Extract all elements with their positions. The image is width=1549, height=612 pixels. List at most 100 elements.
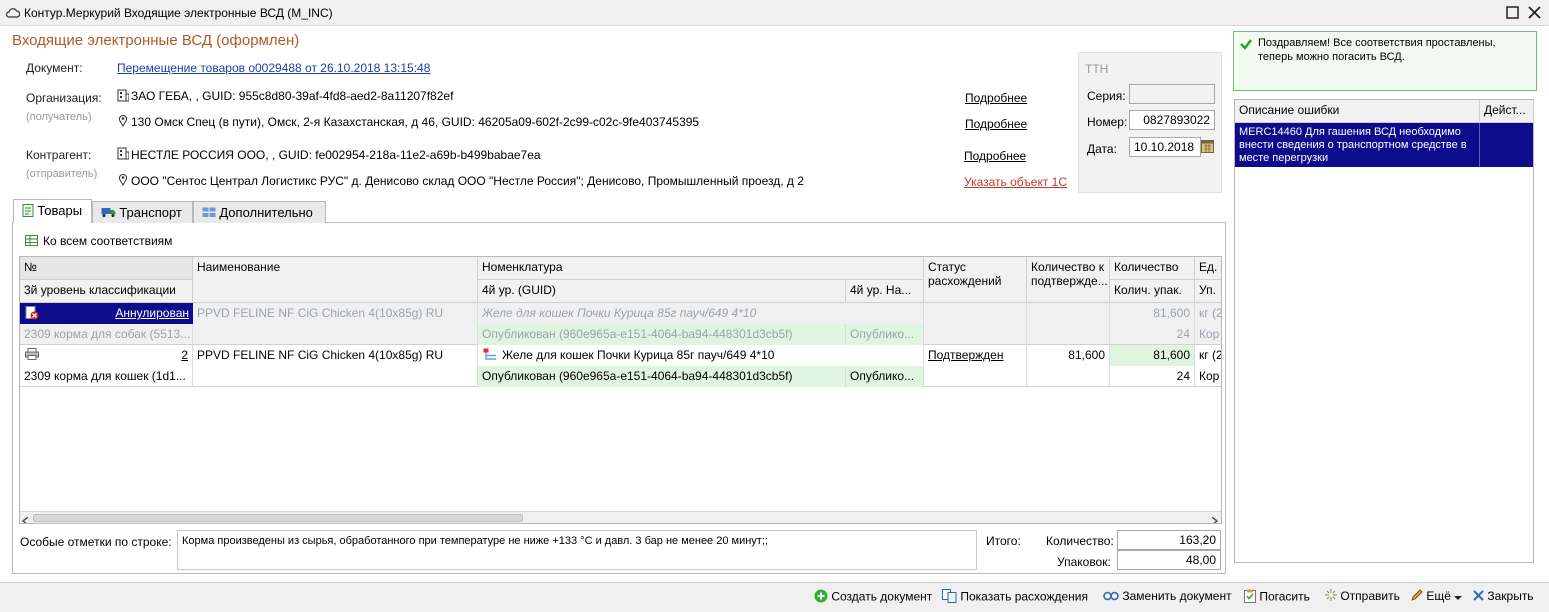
row-guid: Опубликован (960e965a-e151-4064-ba94-448… [478, 366, 846, 387]
more-label: Ещё [1426, 589, 1451, 603]
close-icon[interactable] [1528, 6, 1541, 22]
header-num[interactable]: № [20, 257, 193, 280]
close-x-icon [1473, 590, 1484, 604]
redeem-label: Погасить [1259, 589, 1310, 604]
ttn-date-field[interactable]: 10.10.2018 [1129, 137, 1201, 157]
row-nomenclature: Желе для кошек Почки Курица 85г пауч/649… [498, 345, 924, 366]
row-name4: Опублико... [846, 366, 924, 387]
header-qty[interactable]: Количество [1110, 257, 1195, 280]
errors-header-description[interactable]: Описание ошибки [1235, 100, 1480, 123]
ttn-panel: ТТН Серия: Номер: 0827893022 Дата: 10.10… [1078, 52, 1222, 193]
tab-goods-label: Товары [37, 203, 83, 218]
title-bar: Контур.Меркурий Входящие электронные ВСД… [0, 0, 1549, 26]
tab-additional[interactable]: Дополнительно [193, 201, 326, 223]
header-name4[interactable]: 4й ур. На... [846, 280, 924, 303]
errors-row-text: MERC14460 Для гашения ВСД необходимо вне… [1239, 126, 1467, 164]
tab-transport-label: Транспорт [119, 205, 182, 220]
header-status[interactable]: Статус расхождений [924, 257, 1027, 303]
tab-additional-label: Дополнительно [219, 205, 313, 220]
grid-icon [202, 207, 216, 221]
row-status[interactable]: Подтвержден [924, 345, 1027, 387]
header-unit[interactable]: Ед. и [1195, 257, 1221, 280]
show-diffs-label: Показать расхождения [960, 589, 1088, 604]
page-title: Входящие электронные ВСД (оформлен) [12, 32, 300, 49]
organization-more-link-1[interactable]: Подробнее [965, 91, 1027, 105]
organization-more-link-2[interactable]: Подробнее [965, 117, 1027, 131]
specify-1c-object-link[interactable]: Указать объект 1С [964, 175, 1067, 189]
organization-line2: 130 Омск Спец (в пути), Омск, 2-я Казахс… [131, 115, 700, 129]
scroll-right-icon[interactable] [1210, 514, 1219, 523]
send-label: Отправить [1340, 589, 1400, 603]
errors-header-action[interactable]: Дейст... [1480, 100, 1534, 123]
calendar-icon[interactable] [1201, 139, 1214, 156]
row-nomenclature: Желе для кошек Почки Курица 85г пауч/649… [478, 303, 924, 324]
counterparty-more-link[interactable]: Подробнее [964, 149, 1026, 163]
table-icon [25, 235, 38, 249]
row-name: PPVD FELINE NF CiG Chicken 4(10x85g) RU [193, 303, 478, 345]
counterparty-line2: ООО "Сентос Централ Логистикс РУС" д. Де… [131, 174, 804, 188]
row-qty: 81,600 [1110, 345, 1195, 366]
row-class3: 2309 корма для собак (5513... [20, 324, 193, 345]
header-name[interactable]: Наименование [193, 257, 478, 303]
counterparty-sublabel: (отправитель) [26, 168, 98, 180]
errors-row-divider [1479, 123, 1480, 167]
total-qty-field: 163,20 [1117, 530, 1221, 550]
organization-label: Организация: [26, 91, 102, 105]
header-unit2[interactable]: Уп. [1195, 280, 1221, 303]
row-class3: 2309 корма для кошек (1d1... [20, 366, 193, 387]
maximize-icon[interactable] [1506, 6, 1519, 22]
success-notice: Поздравляем! Все соответствия проставлен… [1233, 31, 1537, 91]
redeem-button[interactable]: Погасить [1244, 589, 1310, 606]
scroll-left-icon[interactable] [21, 514, 30, 523]
check-icon [1239, 37, 1253, 54]
row-qty-confirm: 81,600 [1027, 345, 1110, 387]
table-row[interactable]: Аннулирован 2309 корма для собак (5513..… [20, 303, 1221, 345]
document-link[interactable]: Перемещение товаров o0029488 от 26.10.20… [117, 61, 430, 75]
header-qty-confirm[interactable]: Количество к подтвержде... [1027, 257, 1110, 303]
errors-row[interactable]: MERC14460 Для гашения ВСД необходимо вне… [1235, 123, 1533, 167]
sparkle-icon [1325, 589, 1337, 604]
close-button[interactable]: Закрыть [1473, 589, 1534, 604]
replace-document-button[interactable]: Заменить документ [1103, 589, 1232, 604]
table-row[interactable]: 2 2309 корма для кошек (1d1... PPVD FELI… [20, 345, 1221, 387]
pin-icon [118, 114, 128, 130]
header-class3[interactable]: 3й уровень классификации [20, 280, 193, 303]
header-qty-pack[interactable]: Колич. упак. [1110, 280, 1195, 303]
scrollbar-thumb[interactable] [33, 514, 523, 522]
row-qty: 81,600 [1110, 303, 1195, 324]
clipboard-icon [1244, 589, 1256, 606]
tab-transport[interactable]: Транспорт [92, 201, 193, 223]
show-diffs-button[interactable]: Показать расхождения [942, 589, 1088, 606]
row-num[interactable]: Аннулирован [40, 303, 193, 324]
row-name4: Опублико... [846, 324, 924, 345]
counterparty-line1: НЕСТЛЕ РОССИЯ ООО, , GUID: fe002954-218a… [131, 148, 541, 162]
tab-goods[interactable]: Товары [13, 199, 92, 223]
row-unit2: Кор [1195, 366, 1221, 387]
row-unit2: Кор [1195, 324, 1221, 345]
ttn-series-field[interactable] [1129, 84, 1215, 104]
header-guid4[interactable]: 4й ур. (GUID) [478, 280, 846, 303]
ttn-title: ТТН [1085, 62, 1109, 76]
to-all-matches-button[interactable]: Ко всем соответствиям [43, 234, 172, 248]
total-label: Итого: [986, 534, 1021, 548]
ttn-number-field[interactable]: 0827893022 [1129, 110, 1215, 130]
more-menu-button[interactable]: Ещё [1411, 589, 1463, 604]
horizontal-scrollbar[interactable] [20, 511, 1221, 523]
row-name: PPVD FELINE NF CiG Chicken 4(10x85g) RU [193, 345, 478, 387]
row-num[interactable]: 2 [40, 345, 193, 366]
replace-document-label: Заменить документ [1122, 589, 1232, 603]
link-icon [1103, 590, 1119, 604]
create-document-button[interactable]: Создать документ [814, 589, 932, 606]
counterparty-label: Контрагент: [26, 148, 92, 162]
chevron-down-icon [1454, 590, 1463, 604]
notes-field[interactable]: Корма произведены из сырья, обработанног… [177, 530, 977, 570]
plus-circle-icon [814, 589, 828, 606]
organization-line1: ЗАО ГЕБА, , GUID: 955c8d80-39af-4fd8-aed… [131, 89, 454, 103]
row-guid: Опубликован (960e965a-e151-4064-ba94-448… [478, 324, 846, 345]
row-unit: кг (2 [1195, 303, 1221, 324]
header-nomenclature[interactable]: Номенклатура [478, 257, 924, 280]
close-label: Закрыть [1487, 589, 1534, 603]
row-pack: 24 [1110, 324, 1195, 345]
send-button[interactable]: Отправить [1325, 589, 1400, 604]
pencil-icon [1411, 589, 1423, 604]
